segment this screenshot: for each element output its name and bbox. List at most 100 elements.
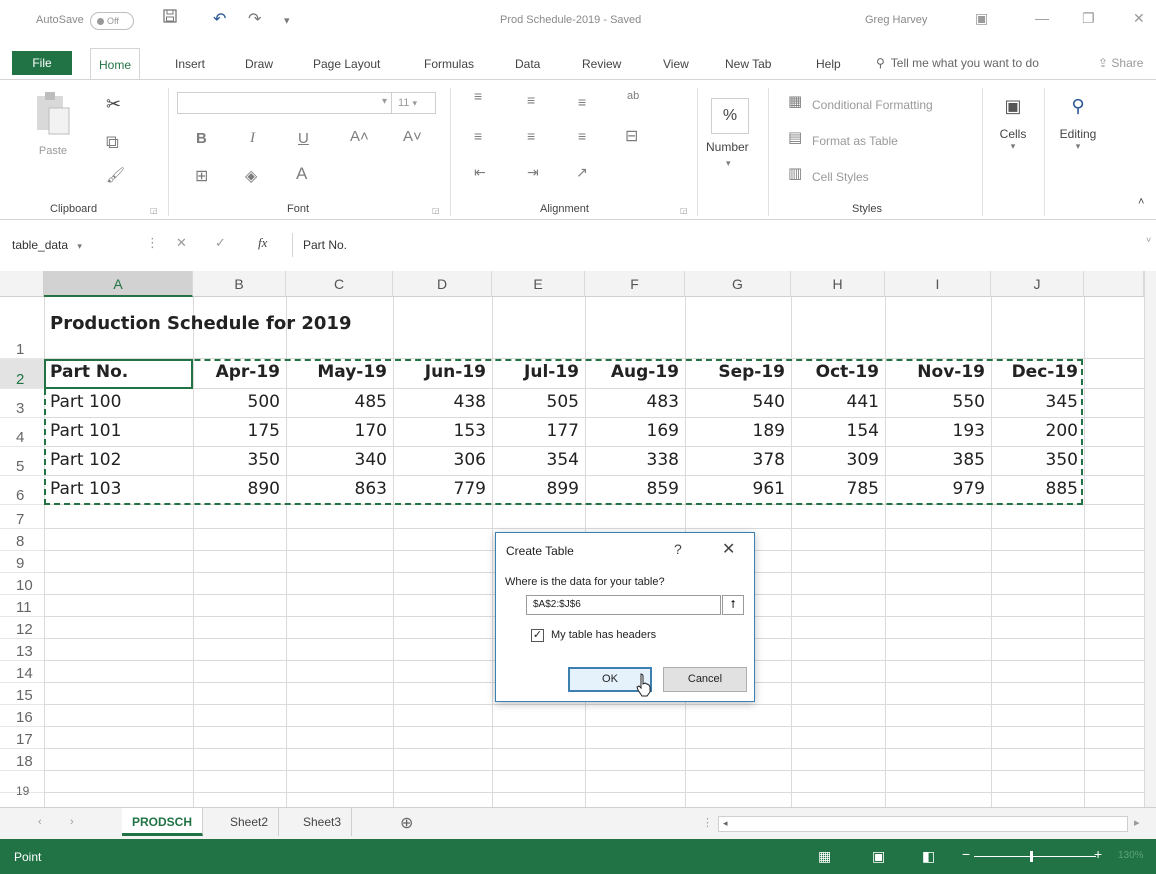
ribbon-display-icon[interactable]: ▣ (975, 10, 988, 27)
borders-icon[interactable]: ⊞ (195, 166, 208, 186)
tab-help[interactable]: Help (816, 57, 841, 71)
decrease-font-icon[interactable]: A˅ (403, 128, 422, 145)
splitter-icon[interactable]: ⋮ (702, 816, 713, 829)
editing-button[interactable]: ⚲ Editing ▾ (1052, 96, 1104, 152)
underline-icon[interactable]: U (298, 130, 309, 147)
row-header-11[interactable]: 11 (0, 595, 44, 617)
align-center-icon[interactable]: ≡ (527, 128, 535, 144)
zoom-in-icon[interactable]: + (1094, 846, 1102, 862)
row-header-9[interactable]: 9 (0, 551, 44, 573)
font-launcher-icon[interactable]: ◲ (432, 206, 440, 215)
undo-icon[interactable]: ↶ (213, 9, 226, 29)
column-header-c[interactable]: C (286, 271, 393, 297)
insert-function-icon[interactable]: fx (258, 235, 267, 251)
row-header-2[interactable]: 2 (0, 359, 44, 389)
row-header-17[interactable]: 17 (0, 727, 44, 749)
restore-icon[interactable]: ❐ (1082, 10, 1095, 27)
tab-draw[interactable]: Draw (245, 57, 273, 71)
close-window-icon[interactable]: ✕ (1133, 10, 1145, 27)
redo-icon[interactable]: ↷ (248, 9, 261, 29)
conditional-formatting-label[interactable]: Conditional Formatting (812, 98, 933, 112)
column-header-f[interactable]: F (585, 271, 685, 297)
bold-icon[interactable]: B (196, 130, 207, 147)
scroll-right-icon[interactable]: ▸ (1134, 816, 1140, 829)
orientation-icon[interactable]: ab (627, 90, 639, 102)
autosave-toggle[interactable]: Off (90, 12, 134, 30)
row-header-1[interactable]: 1 (0, 297, 44, 359)
text-direction-icon[interactable]: ↗ (576, 164, 588, 181)
tell-me-box[interactable]: ⚲ Tell me what you want to do (876, 56, 1039, 70)
tab-review[interactable]: Review (582, 57, 621, 71)
increase-indent-icon[interactable]: ⇥ (527, 164, 539, 181)
tab-insert[interactable]: Insert (175, 57, 205, 71)
number-format-button[interactable]: % (711, 98, 749, 134)
row-header-10[interactable]: 10 (0, 573, 44, 595)
sheet-tab-sheet2[interactable]: Sheet2 (220, 808, 280, 836)
wrap-text-icon[interactable]: ⊟ (625, 126, 638, 146)
vertical-scrollbar[interactable] (1144, 271, 1156, 807)
cell-styles-label[interactable]: Cell Styles (812, 170, 869, 184)
prev-sheet-icon[interactable]: ‹ (38, 816, 42, 828)
row-header-14[interactable]: 14 (0, 661, 44, 683)
row-header-6[interactable]: 6 (0, 476, 44, 505)
column-header-e[interactable]: E (492, 271, 585, 297)
row-header-19[interactable]: 19 (0, 771, 44, 798)
user-name[interactable]: Greg Harvey (865, 14, 927, 26)
tab-formulas[interactable]: Formulas (424, 57, 474, 71)
select-all-corner[interactable] (0, 271, 44, 297)
font-color-icon[interactable]: A (296, 164, 307, 184)
add-sheet-icon[interactable]: ⊕ (400, 813, 413, 833)
formula-input[interactable]: Part No. (292, 233, 1144, 257)
zoom-level[interactable]: 130% (1118, 850, 1144, 861)
minimize-icon[interactable]: — (1035, 10, 1049, 26)
column-header-g[interactable]: G (685, 271, 791, 297)
align-left-icon[interactable]: ≡ (474, 128, 482, 144)
tab-page-layout[interactable]: Page Layout (313, 57, 380, 71)
cell-styles-icon[interactable]: ▥ (788, 164, 802, 182)
column-header-a[interactable]: A (44, 271, 193, 297)
format-painter-icon[interactable]: 🖌 (106, 166, 125, 184)
paste-button[interactable]: Paste (30, 90, 76, 157)
row-header-5[interactable]: 5 (0, 447, 44, 476)
row-header-7[interactable]: 7 (0, 505, 44, 529)
range-input[interactable]: $A$2:$J$6 (526, 595, 721, 615)
top-align-icon[interactable]: ≡ (474, 88, 482, 104)
page-break-view-icon[interactable]: ◧ (922, 848, 935, 865)
increase-font-icon[interactable]: A˄ (350, 128, 369, 145)
format-as-table-icon[interactable]: ▤ (788, 128, 802, 146)
row-header-12[interactable]: 12 (0, 617, 44, 639)
save-icon[interactable] (163, 9, 177, 28)
sheet-title-cell[interactable]: Production Schedule for 2019 (50, 313, 351, 334)
middle-align-icon[interactable]: ≡ (527, 92, 535, 108)
row-header-18[interactable]: 18 (0, 749, 44, 771)
help-icon[interactable]: ? (674, 541, 682, 557)
zoom-slider-track[interactable] (974, 856, 1096, 857)
enter-entry-icon[interactable]: ✓ (215, 235, 226, 251)
row-header-15[interactable]: 15 (0, 683, 44, 705)
font-size-box[interactable]: 11 ▾ (392, 92, 436, 114)
expand-formula-bar-icon[interactable]: ˅ (1146, 235, 1151, 245)
bottom-align-icon[interactable]: ≡ (578, 94, 586, 110)
zoom-out-icon[interactable]: − (962, 846, 970, 862)
copy-icon[interactable]: ⧉ (106, 132, 119, 153)
collapse-dialog-icon[interactable]: ⭡ (722, 595, 744, 615)
number-dropdown-icon[interactable]: ▾ (726, 158, 731, 169)
sheet-tab-prodsch[interactable]: PRODSCH (122, 808, 204, 836)
next-sheet-icon[interactable]: › (70, 816, 74, 828)
clipboard-launcher-icon[interactable]: ◲ (150, 206, 158, 215)
headers-checkbox[interactable]: ✓ (531, 629, 544, 642)
collapse-ribbon-icon[interactable]: ˄ (1138, 196, 1144, 208)
align-right-icon[interactable]: ≡ (578, 128, 586, 144)
cancel-button[interactable]: Cancel (663, 667, 747, 692)
normal-view-icon[interactable]: ▦ (818, 848, 831, 865)
font-name-box[interactable]: ▾ (177, 92, 392, 114)
sheet-tab-sheet3[interactable]: Sheet3 (293, 808, 353, 836)
share-button[interactable]: ⇪ Share (1098, 56, 1143, 70)
column-header-d[interactable]: D (393, 271, 492, 297)
row-header-3[interactable]: 3 (0, 389, 44, 418)
alignment-launcher-icon[interactable]: ◲ (680, 206, 688, 215)
customize-qat-icon[interactable]: ▾ (284, 14, 290, 27)
cells-button[interactable]: ▣ Cells ▾ (992, 96, 1034, 152)
horizontal-scrollbar[interactable]: ◂ (718, 816, 1128, 832)
cut-icon[interactable]: ✂ (106, 94, 121, 115)
